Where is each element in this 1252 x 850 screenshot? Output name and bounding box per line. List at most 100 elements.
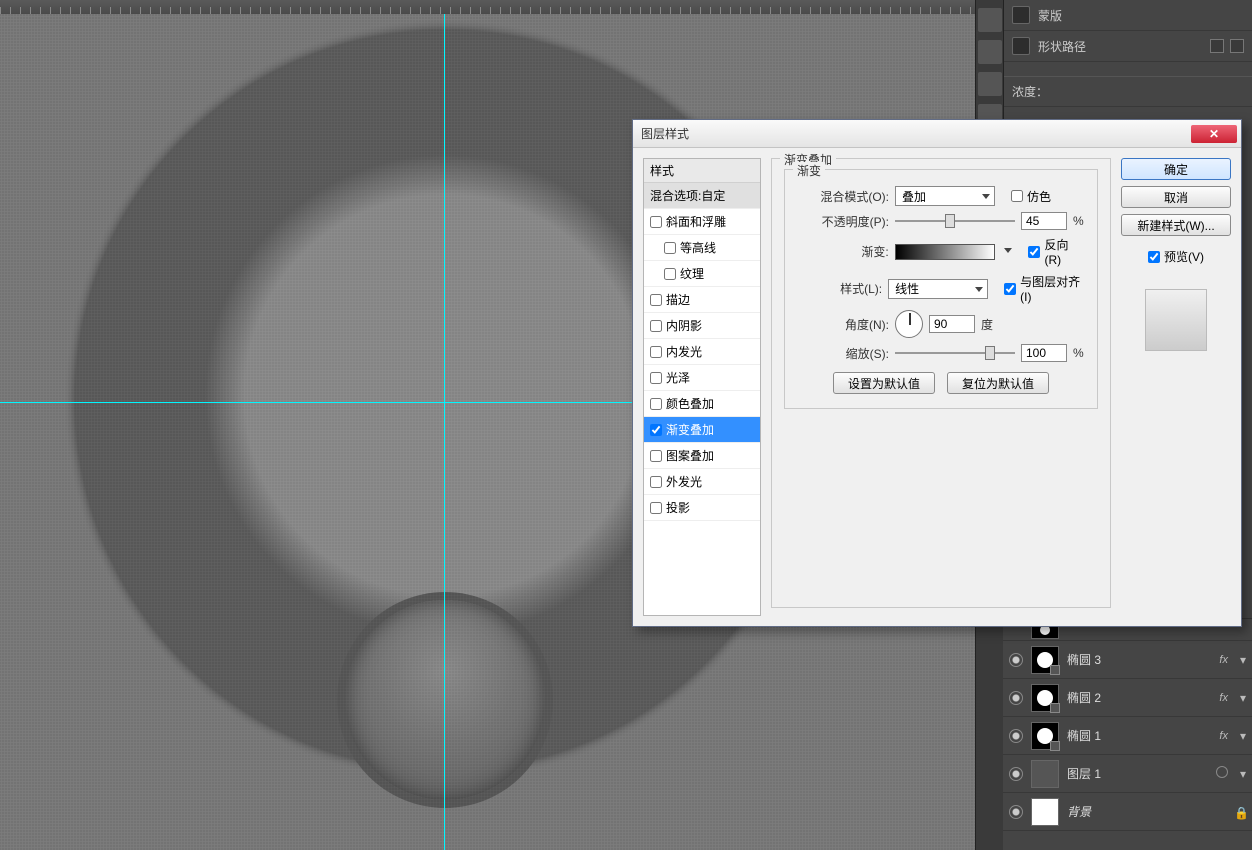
target-icon[interactable] [1230, 39, 1244, 53]
layer-name: 图层 1 [1067, 765, 1101, 782]
scale-slider[interactable] [895, 344, 1015, 362]
chain-icon[interactable] [1210, 39, 1224, 53]
make-default-button[interactable]: 设置为默认值 [833, 372, 935, 394]
styles-list: 样式 混合选项:自定 斜面和浮雕 等高线 纹理 描边 内阴 [643, 158, 761, 616]
fx-badge[interactable]: fx [1219, 730, 1228, 742]
chevron-down-icon[interactable]: ▾ [1240, 691, 1246, 705]
density-row[interactable]: 浓度： [1004, 76, 1252, 107]
align-text: 与图层对齐(I) [1020, 273, 1085, 304]
style-checkbox[interactable] [650, 320, 662, 332]
style-item-inner-shadow[interactable]: 内阴影 [644, 313, 760, 339]
fx-badge[interactable]: fx [1219, 654, 1228, 666]
cancel-button[interactable]: 取消 [1121, 186, 1231, 208]
gradient-picker[interactable] [895, 244, 995, 260]
dialog-titlebar[interactable]: 图层样式 ✕ [633, 120, 1241, 148]
blend-mode-select[interactable]: 叠加 [895, 186, 995, 206]
mask-icon [1012, 6, 1030, 24]
layer-row[interactable]: 椭圆 3 fx ▾ [1003, 641, 1252, 679]
guide-vertical[interactable] [444, 0, 445, 850]
visibility-toggle[interactable] [1009, 653, 1023, 667]
style-checkbox[interactable] [650, 502, 662, 514]
reverse-checkbox[interactable] [1028, 246, 1040, 258]
style-item-pattern-overlay[interactable]: 图案叠加 [644, 443, 760, 469]
style-item-contour[interactable]: 等高线 [644, 235, 760, 261]
gradient-style-select[interactable]: 线性 [888, 279, 988, 299]
angle-input[interactable] [929, 315, 975, 333]
preview-checkbox[interactable] [1148, 251, 1160, 263]
style-item-color-overlay[interactable]: 颜色叠加 [644, 391, 760, 417]
shape-path-row[interactable]: 形状路径 [1004, 31, 1252, 62]
shape-path-icon [1012, 37, 1030, 55]
visibility-toggle[interactable] [1009, 805, 1023, 819]
scale-input[interactable] [1021, 344, 1067, 362]
layer-style-dialog: 图层样式 ✕ 样式 混合选项:自定 斜面和浮雕 等高线 纹理 描边 [632, 119, 1242, 627]
style-item-stroke[interactable]: 描边 [644, 287, 760, 313]
dialog-title: 图层样式 [637, 125, 689, 142]
style-checkbox[interactable] [650, 372, 662, 384]
chevron-down-icon[interactable]: ▾ [1240, 767, 1246, 781]
style-item-outer-glow[interactable]: 外发光 [644, 469, 760, 495]
style-label: 颜色叠加 [666, 395, 714, 412]
style-checkbox[interactable] [650, 216, 662, 228]
ok-button[interactable]: 确定 [1121, 158, 1231, 180]
style-checkbox[interactable] [650, 450, 662, 462]
style-label: 外发光 [666, 473, 702, 490]
style-item-gradient-overlay[interactable]: 渐变叠加 [644, 417, 760, 443]
density-label: 浓度： [1012, 83, 1048, 100]
chevron-down-icon[interactable]: ▾ [1240, 653, 1246, 667]
style-checkbox[interactable] [650, 346, 662, 358]
angle-unit: 度 [981, 316, 993, 333]
chevron-down-icon[interactable]: ▾ [1240, 729, 1246, 743]
style-label: 等高线 [680, 239, 716, 256]
play-icon[interactable] [978, 40, 1002, 64]
style-item-bevel[interactable]: 斜面和浮雕 [644, 209, 760, 235]
dither-checkbox[interactable] [1011, 190, 1023, 202]
style-item-texture[interactable]: 纹理 [644, 261, 760, 287]
expand-icon[interactable] [978, 8, 1002, 32]
style-item-drop-shadow[interactable]: 投影 [644, 495, 760, 521]
new-style-button[interactable]: 新建样式(W)... [1121, 214, 1231, 236]
reset-default-button[interactable]: 复位为默认值 [947, 372, 1049, 394]
fx-badge[interactable]: fx [1219, 692, 1228, 704]
preview-text: 预览(V) [1164, 248, 1204, 265]
align-checkbox[interactable] [1004, 283, 1016, 295]
reverse-checkbox-label[interactable]: 反向(R) [1028, 236, 1085, 267]
style-label: 图案叠加 [666, 447, 714, 464]
style-checkbox[interactable] [650, 294, 662, 306]
scale-unit: % [1073, 346, 1084, 360]
reverse-text: 反向(R) [1044, 236, 1085, 267]
align-checkbox-label[interactable]: 与图层对齐(I) [1004, 273, 1085, 304]
subsection-title: 渐变 [793, 162, 825, 179]
style-checkbox[interactable] [650, 476, 662, 488]
ruler-horizontal[interactable] [0, 0, 975, 14]
brush-icon[interactable] [978, 72, 1002, 96]
style-checkbox[interactable] [650, 398, 662, 410]
style-checkbox[interactable] [650, 424, 662, 436]
dialog-action-buttons: 确定 取消 新建样式(W)... 预览(V) [1121, 158, 1231, 616]
visibility-toggle[interactable] [1009, 767, 1023, 781]
styles-header[interactable]: 样式 [644, 159, 760, 183]
visibility-toggle[interactable] [1009, 691, 1023, 705]
blending-options-row[interactable]: 混合选项:自定 [644, 183, 760, 209]
style-checkbox[interactable] [664, 242, 676, 254]
style-label: 纹理 [680, 265, 704, 282]
opacity-input[interactable] [1021, 212, 1067, 230]
layer-name: 椭圆 3 [1067, 651, 1101, 668]
opacity-slider[interactable] [895, 212, 1015, 230]
close-button[interactable]: ✕ [1191, 125, 1237, 143]
layer-row[interactable]: 背景 [1003, 793, 1252, 831]
dither-checkbox-label[interactable]: 仿色 [1011, 188, 1051, 205]
preview-checkbox-label[interactable]: 预览(V) [1121, 248, 1231, 265]
visibility-toggle[interactable] [1009, 729, 1023, 743]
style-checkbox[interactable] [664, 268, 676, 280]
style-preview-swatch [1145, 289, 1207, 351]
mask-panel-header[interactable]: 蒙版 [1004, 0, 1252, 31]
angle-dial[interactable] [895, 310, 923, 338]
layer-row[interactable]: 椭圆 2 fx ▾ [1003, 679, 1252, 717]
style-item-satin[interactable]: 光泽 [644, 365, 760, 391]
style-item-inner-glow[interactable]: 内发光 [644, 339, 760, 365]
layer-row[interactable]: 图层 1 ▾ [1003, 755, 1252, 793]
layer-row[interactable]: 椭圆 1 fx ▾ [1003, 717, 1252, 755]
layers-panel: 椭圆 3 fx ▾ 椭圆 2 fx ▾ 椭圆 1 fx ▾ 图层 1 ▾ 背景 [1003, 618, 1252, 850]
blend-mode-value: 叠加 [902, 188, 926, 205]
